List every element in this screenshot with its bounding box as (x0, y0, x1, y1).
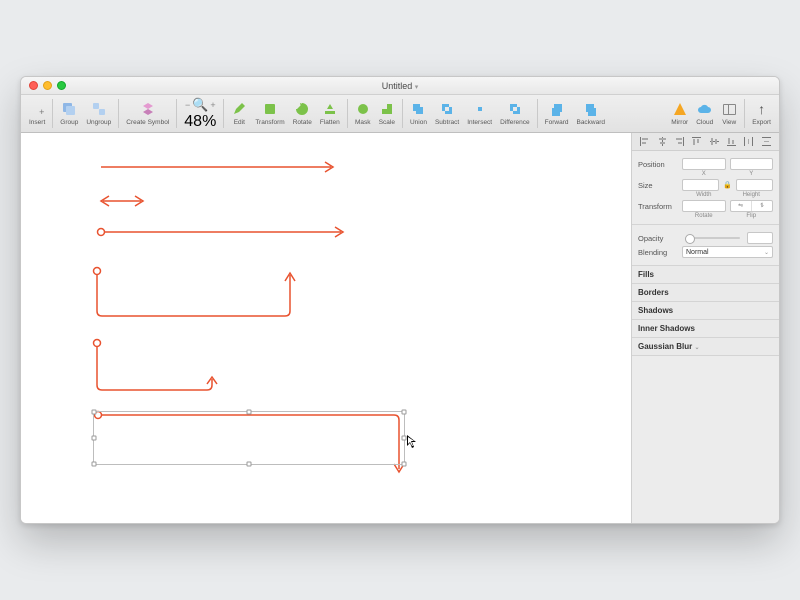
transform-button[interactable]: Transform (251, 101, 288, 126)
minimize-button[interactable] (43, 81, 52, 90)
zoom-button[interactable] (57, 81, 66, 90)
blending-label: Blending (638, 248, 678, 257)
inspector-panel: Position XY Size🔒 WidthHeight Transform⇋… (631, 133, 779, 523)
flip-segment[interactable]: ⇋⥮ (730, 200, 774, 212)
fills-section[interactable]: Fills (632, 266, 779, 284)
scale-button[interactable]: Scale (375, 101, 399, 126)
distribute-h-icon[interactable] (743, 137, 755, 147)
align-controls[interactable] (632, 133, 779, 151)
ungroup-button[interactable]: Ungroup (82, 101, 115, 126)
align-top-icon[interactable] (691, 137, 703, 147)
position-x-field[interactable] (682, 158, 726, 170)
cursor-icon (407, 435, 417, 452)
rotate-button[interactable]: Rotate (289, 101, 316, 126)
appearance-panel: Opacity Blending Normal⌄ (632, 225, 779, 266)
align-center-v-icon[interactable] (708, 137, 720, 147)
cloud-button[interactable]: Cloud (692, 101, 717, 126)
content-area: Position XY Size🔒 WidthHeight Transform⇋… (21, 133, 779, 523)
app-window: Untitled ▾ + Insert Group Ungroup Cre (20, 76, 780, 524)
difference-button[interactable]: Difference (496, 101, 534, 126)
size-height-field[interactable] (736, 179, 773, 191)
canvas[interactable] (21, 133, 631, 523)
view-button[interactable]: View (717, 101, 741, 126)
align-center-h-icon[interactable] (656, 137, 668, 147)
geometry-panel: Position XY Size🔒 WidthHeight Transform⇋… (632, 151, 779, 225)
export-button[interactable]: ↑Export (748, 95, 775, 132)
window-title: Untitled ▾ (21, 81, 779, 91)
rotate-field[interactable] (682, 200, 726, 212)
edit-button[interactable]: Edit (227, 101, 251, 126)
backward-button[interactable]: Backward (572, 101, 609, 126)
forward-button[interactable]: Forward (541, 101, 573, 126)
gaussian-blur-section[interactable]: Gaussian Blur ⌄ (632, 338, 779, 356)
align-left-icon[interactable] (639, 137, 651, 147)
align-bottom-icon[interactable] (726, 137, 738, 147)
inner-shadows-section[interactable]: Inner Shadows (632, 320, 779, 338)
group-button[interactable]: Group (56, 101, 82, 126)
opacity-field[interactable] (747, 232, 773, 244)
toolbar: + Insert Group Ungroup Create Symbol −🔍+ (21, 95, 779, 133)
mask-button[interactable]: Mask (351, 101, 375, 126)
traffic-lights (21, 81, 66, 90)
size-width-field[interactable] (682, 179, 719, 191)
blending-select[interactable]: Normal⌄ (682, 246, 773, 258)
mirror-button[interactable]: Mirror (667, 101, 692, 126)
size-label: Size (638, 181, 678, 190)
position-y-field[interactable] (730, 158, 774, 170)
lock-icon[interactable]: 🔒 (723, 181, 732, 189)
title-bar: Untitled ▾ (21, 77, 779, 95)
union-button[interactable]: Union (406, 101, 431, 126)
selection-box[interactable] (93, 411, 405, 465)
opacity-label: Opacity (638, 234, 678, 243)
shadows-section[interactable]: Shadows (632, 302, 779, 320)
create-symbol-button[interactable]: Create Symbol (122, 101, 173, 126)
distribute-v-icon[interactable] (760, 137, 772, 147)
insert-button[interactable]: + Insert (25, 101, 49, 126)
flatten-button[interactable]: Flatten (316, 101, 344, 126)
borders-section[interactable]: Borders (632, 284, 779, 302)
subtract-button[interactable]: Subtract (431, 101, 463, 126)
transform-label: Transform (638, 202, 678, 211)
intersect-button[interactable]: Intersect (463, 101, 496, 126)
position-label: Position (638, 160, 678, 169)
align-right-icon[interactable] (673, 137, 685, 147)
close-button[interactable] (29, 81, 38, 90)
opacity-slider[interactable] (685, 237, 740, 239)
zoom-control[interactable]: −🔍+ 48% (180, 95, 220, 132)
